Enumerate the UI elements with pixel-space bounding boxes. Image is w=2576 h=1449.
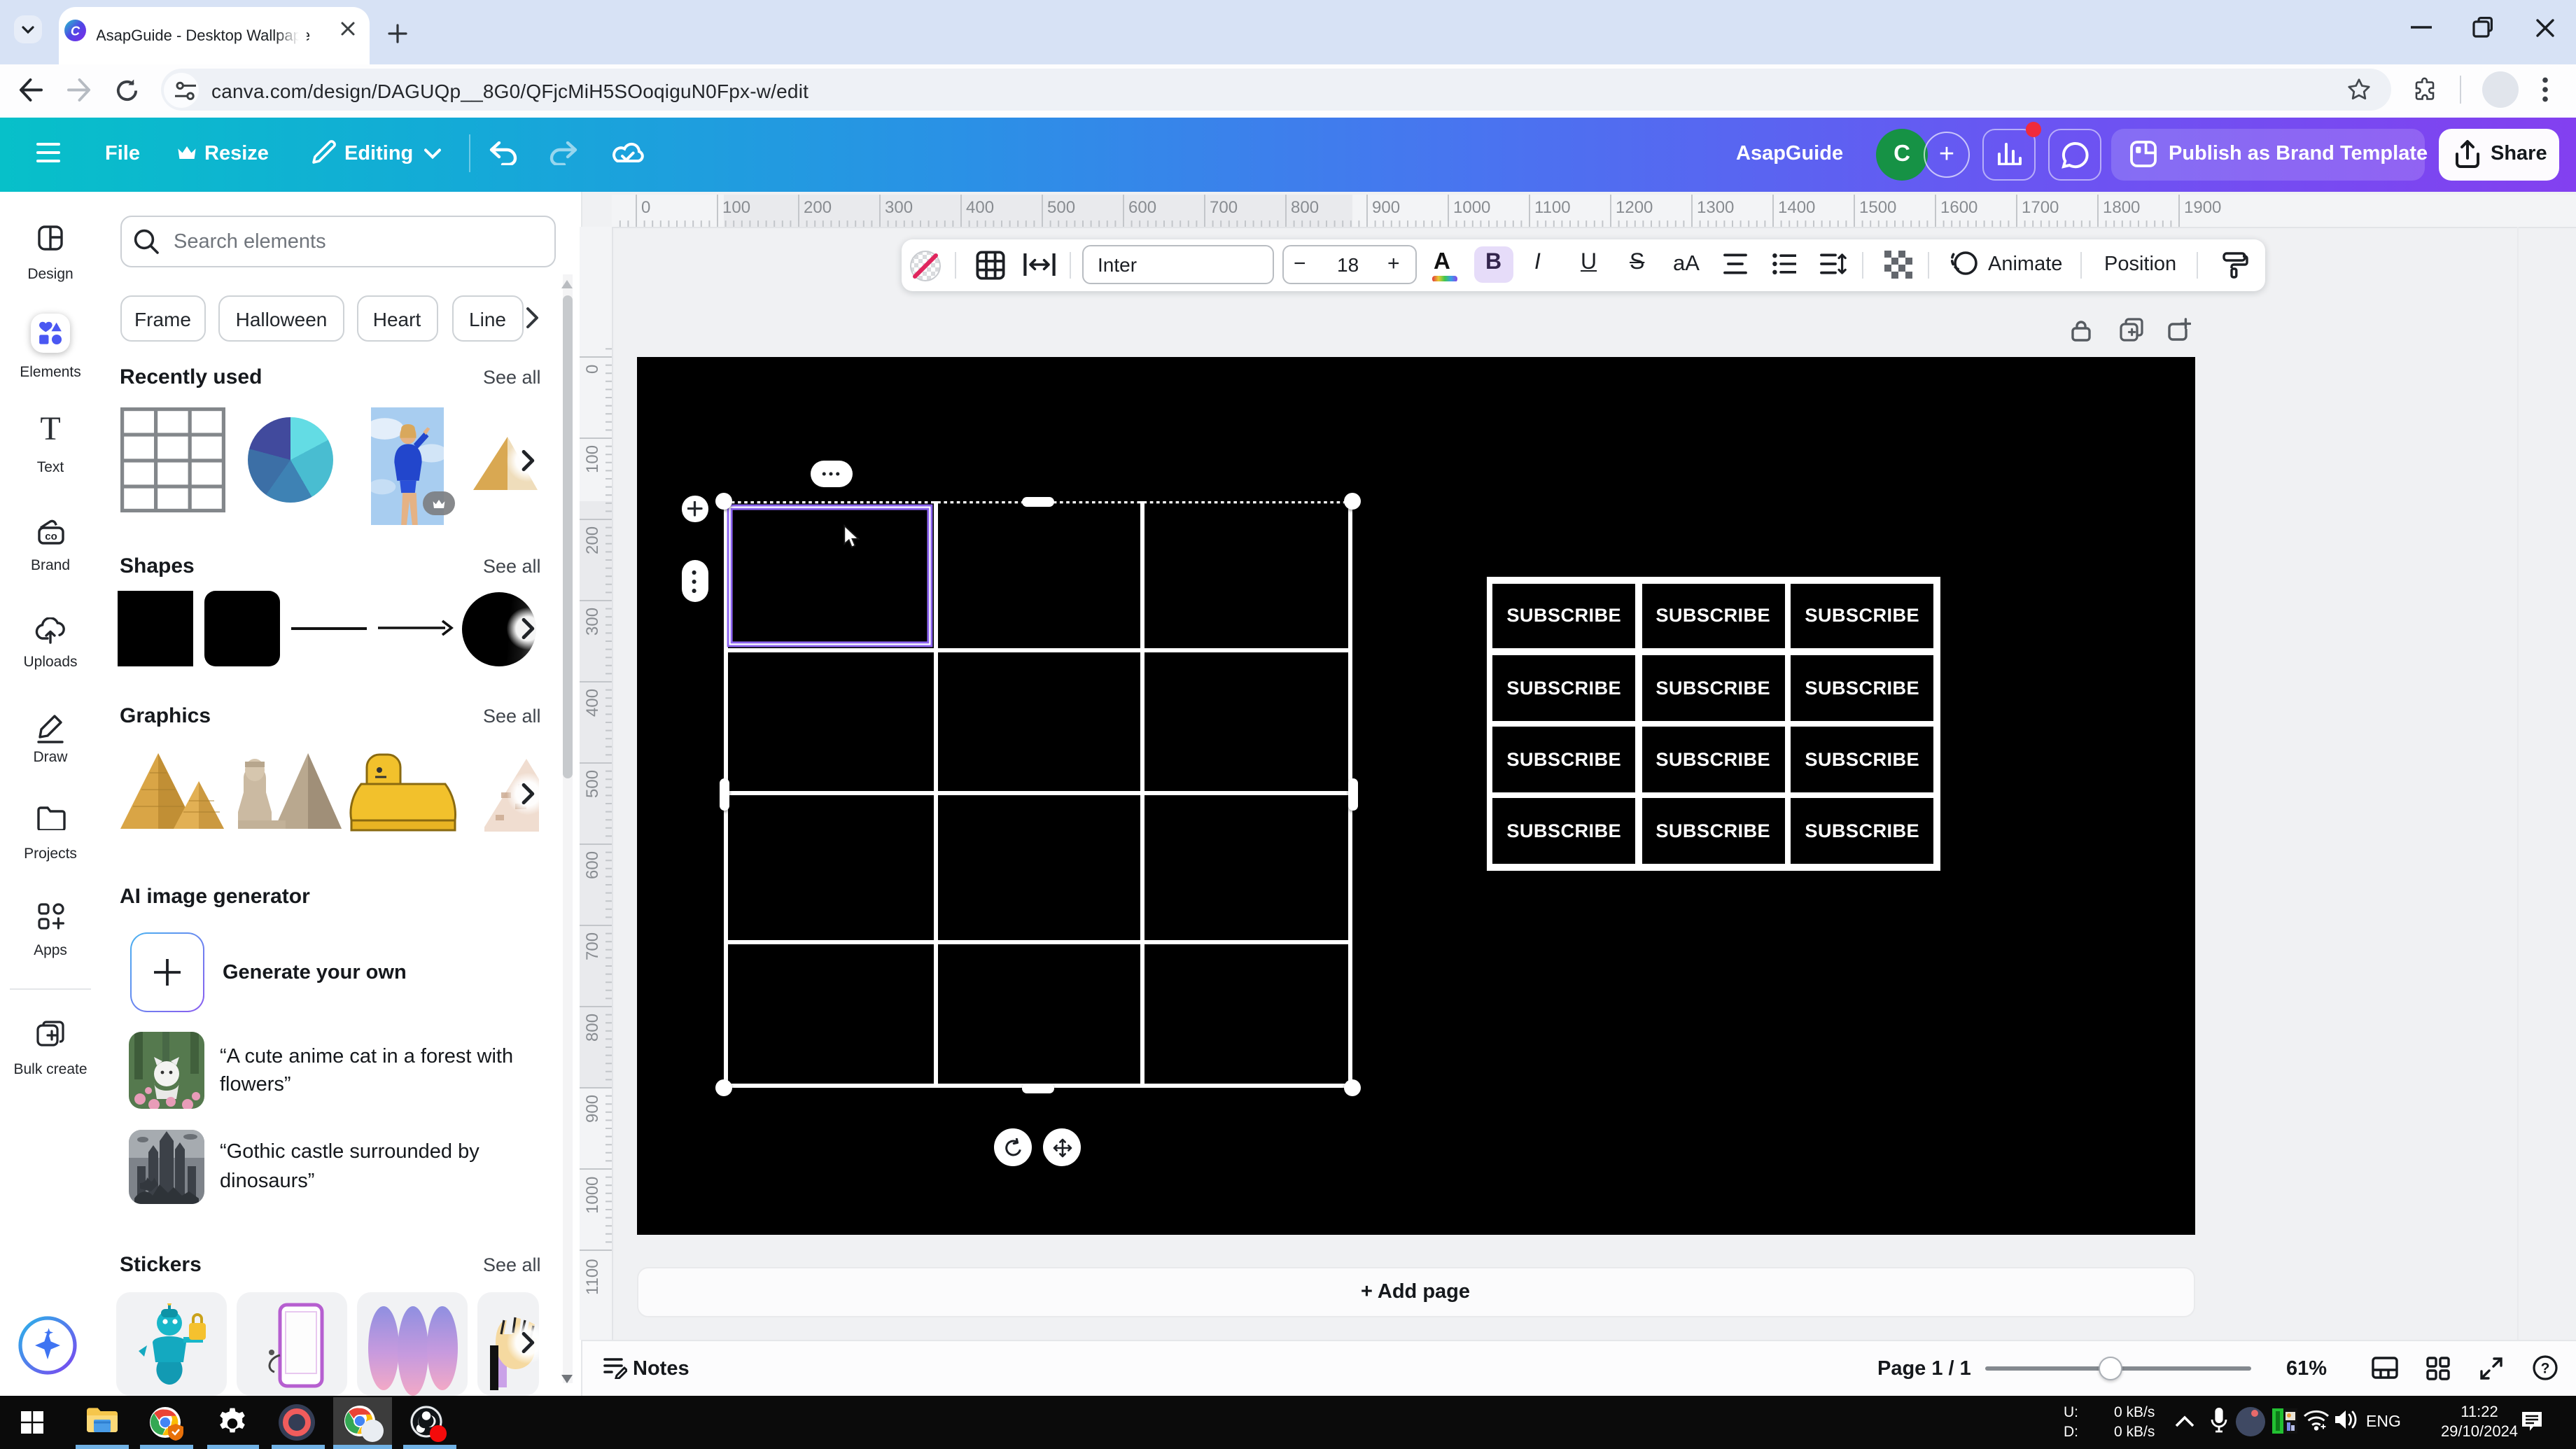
- svg-text:C: C: [71, 24, 80, 38]
- svg-text:co: co: [45, 531, 57, 542]
- svg-text:?: ?: [2541, 1361, 2550, 1377]
